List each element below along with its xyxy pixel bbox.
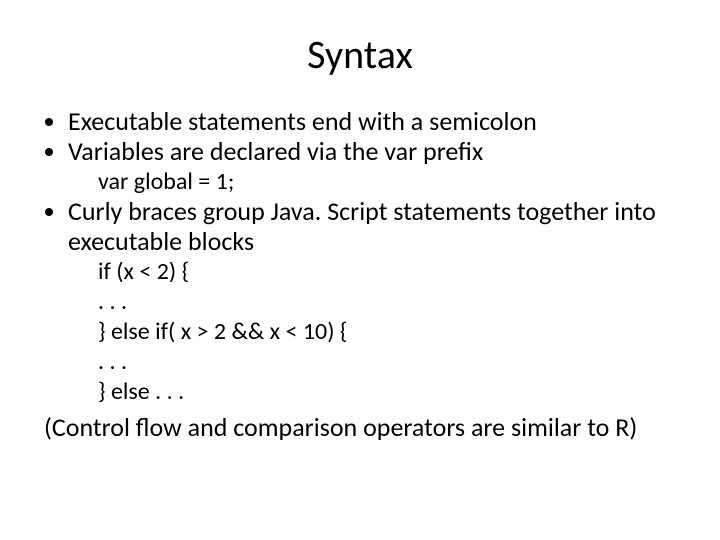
footer-note: (Control flow and comparison operators a… bbox=[44, 411, 680, 443]
code-line-2: . . . bbox=[98, 287, 680, 317]
code-line-3: } else if( x > 2 && x < 10) { bbox=[98, 317, 680, 347]
code-line-5: } else . . . bbox=[98, 377, 680, 407]
bullet-list-2: Curly braces group Java. Script statemen… bbox=[68, 197, 680, 257]
bullet-item-1: Executable statements end with a semicol… bbox=[68, 107, 680, 137]
bullet-item-3: Curly braces group Java. Script statemen… bbox=[68, 197, 680, 257]
code-line-1: if (x < 2) { bbox=[98, 257, 680, 287]
bullet-item-2: Variables are declared via the var prefi… bbox=[68, 137, 680, 167]
slide-title: Syntax bbox=[40, 30, 680, 79]
code-sub-1: var global = 1; bbox=[98, 167, 680, 197]
bullet-list: Executable statements end with a semicol… bbox=[68, 107, 680, 167]
slide: Syntax Executable statements end with a … bbox=[0, 0, 720, 540]
code-line-4: . . . bbox=[98, 347, 680, 377]
